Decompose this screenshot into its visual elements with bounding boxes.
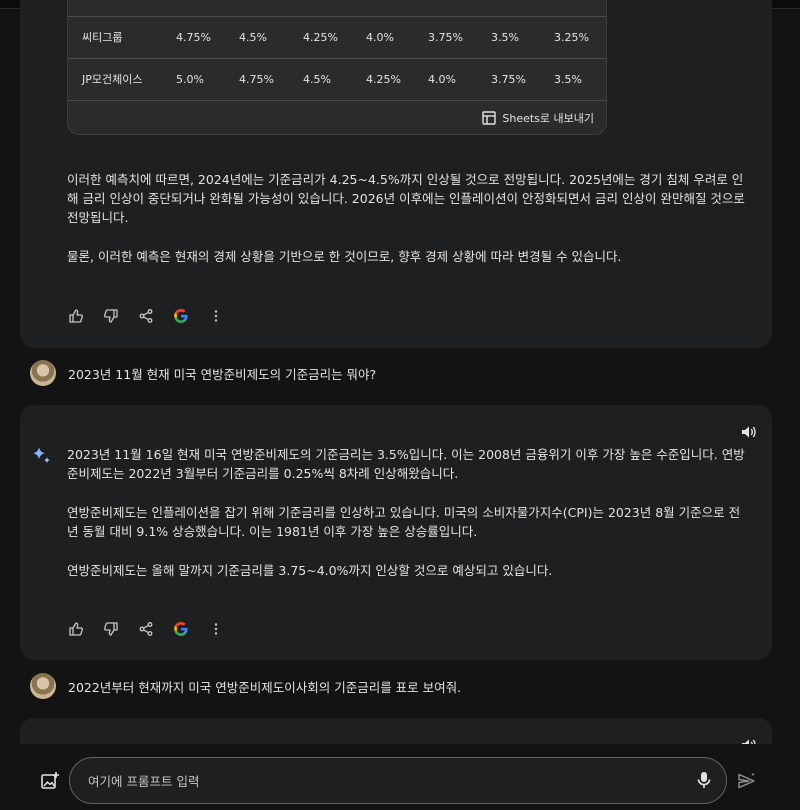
more-options-button[interactable] <box>207 620 225 638</box>
export-label: Sheets로 내보내기 <box>502 112 594 125</box>
table-cell: 3.5% <box>491 31 519 44</box>
table-cell-bank: JP모건체이스 <box>82 73 143 86</box>
avatar <box>30 360 56 386</box>
thumb-up-icon <box>69 309 83 323</box>
response-paragraph: 물론, 이러한 예측은 현재의 경제 상황을 기반으로 한 것이므로, 향후 경… <box>67 249 622 264</box>
table-cell: 4.5% <box>303 73 331 86</box>
response-paragraph: 이러한 예측치에 따르면, 2024년에는 기준금리가 4.25~4.5%까지 … <box>67 172 745 225</box>
more-vert-icon <box>214 623 218 635</box>
thumb-up-button[interactable] <box>67 620 85 638</box>
table-cell: 3.75% <box>491 73 526 86</box>
thumb-down-icon <box>104 622 118 636</box>
thumb-down-button[interactable] <box>102 620 120 638</box>
prompt-input[interactable] <box>86 770 680 792</box>
google-check-button[interactable] <box>172 620 190 638</box>
thumb-down-icon <box>104 309 118 323</box>
speaker-icon[interactable] <box>740 423 758 441</box>
share-button[interactable] <box>137 307 155 325</box>
response-paragraph: 2023년 11월 16일 현재 미국 연방준비제도의 기준금리는 3.5%입니… <box>67 447 745 481</box>
share-icon <box>139 622 153 636</box>
table-cell: 5.0% <box>176 73 204 86</box>
response-card-1: 씨티그룹 4.75% 4.5% 4.25% 4.0% 3.75% 3.5% 3.… <box>20 0 772 348</box>
table-footer: Sheets로 내보내기 <box>68 100 606 134</box>
mic-icon[interactable] <box>694 770 714 790</box>
table-cell: 4.5% <box>239 31 267 44</box>
share-icon <box>139 309 153 323</box>
table-cell: 4.75% <box>176 31 211 44</box>
response-card-2: 2023년 11월 16일 현재 미국 연방준비제도의 기준금리는 3.5%입니… <box>20 405 772 660</box>
table-cell: 4.25% <box>366 73 401 86</box>
thumb-up-button[interactable] <box>67 307 85 325</box>
response-paragraph: 연방준비제도는 인플레이션을 잡기 위해 기준금리를 인상하고 있습니다. 미국… <box>67 505 741 539</box>
send-icon[interactable] <box>737 771 757 791</box>
response-actions <box>67 306 225 326</box>
prompt-box <box>69 757 727 804</box>
table-cell: 4.0% <box>428 73 456 86</box>
share-button[interactable] <box>137 620 155 638</box>
table-cell: 4.75% <box>239 73 274 86</box>
google-check-button[interactable] <box>172 307 190 325</box>
response-paragraph: 연방준비제도는 올해 말까지 기준금리를 3.75~4.0%까지 인상할 것으로… <box>67 563 553 578</box>
user-message: 2023년 11월 현재 미국 연방준비제도의 기준금리는 뭐야? <box>30 360 376 386</box>
table-cell: 3.25% <box>554 31 589 44</box>
more-vert-icon <box>214 310 218 322</box>
table-row: 씨티그룹 4.75% 4.5% 4.25% 4.0% 3.75% 3.5% 3.… <box>68 16 606 59</box>
thumb-down-button[interactable] <box>102 307 120 325</box>
table-cell-bank: 씨티그룹 <box>82 31 123 44</box>
more-options-button[interactable] <box>207 307 225 325</box>
google-icon <box>174 622 188 636</box>
user-message: 2022년부터 현재까지 미국 연방준비제도이사회의 기준금리를 표로 보여줘. <box>30 673 461 699</box>
sheets-icon <box>482 111 497 125</box>
table-cell: 4.0% <box>366 31 394 44</box>
export-sheets-button[interactable]: Sheets로 내보내기 <box>482 108 594 128</box>
user-message-text: 2023년 11월 현재 미국 연방준비제도의 기준금리는 뭐야? <box>68 366 377 382</box>
user-message-text: 2022년부터 현재까지 미국 연방준비제도이사회의 기준금리를 표로 보여줘. <box>68 679 462 695</box>
google-icon <box>174 309 188 323</box>
table-row: JP모건체이스 5.0% 4.75% 4.5% 4.25% 4.0% 3.75%… <box>68 58 606 101</box>
image-add-icon[interactable] <box>40 771 60 791</box>
response-actions <box>67 619 225 639</box>
table-cell: 3.75% <box>428 31 463 44</box>
sparkle-icon <box>33 447 50 464</box>
thumb-up-icon <box>69 622 83 636</box>
rate-table: 씨티그룹 4.75% 4.5% 4.25% 4.0% 3.75% 3.5% 3.… <box>67 0 607 135</box>
table-cell: 3.5% <box>554 73 582 86</box>
avatar <box>30 673 56 699</box>
table-cell: 4.25% <box>303 31 338 44</box>
